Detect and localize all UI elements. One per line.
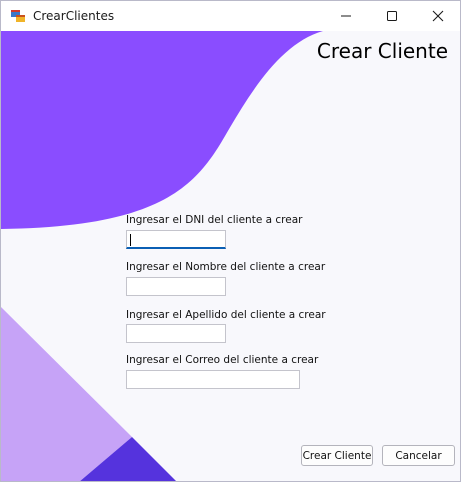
maximize-button[interactable] [369,1,415,31]
dni-label: Ingresar el DNI del cliente a crear [126,214,303,226]
window-title: CrearClientes [33,9,115,23]
cancelar-button[interactable]: Cancelar [382,445,455,466]
nombre-input[interactable] [126,277,226,296]
minimize-icon [341,15,351,17]
text-caret [130,234,131,246]
title-bar[interactable]: CrearClientes [1,1,460,31]
top-wave-shape [1,31,323,229]
form-heading: Crear Cliente [316,39,448,63]
decorative-background [1,31,323,481]
maximize-icon [387,11,397,21]
close-icon [432,10,444,22]
app-window-icon [11,10,25,22]
minimize-button[interactable] [323,1,369,31]
close-button[interactable] [415,1,460,31]
dni-input[interactable] [126,230,226,249]
apellido-label: Ingresar el Apellido del cliente a crear [126,309,326,321]
crear-clientes-window: CrearClientes Crear Cliente Ingresar el … [0,0,461,482]
correo-label: Ingresar el Correo del cliente a crear [126,354,319,366]
crear-cliente-button[interactable]: Crear Cliente [301,445,373,466]
apellido-input[interactable] [126,324,226,343]
nombre-label: Ingresar el Nombre del cliente a crear [126,261,326,273]
correo-input[interactable] [126,370,300,389]
form-client-area: Crear Cliente Ingresar el DNI del client… [1,31,460,481]
